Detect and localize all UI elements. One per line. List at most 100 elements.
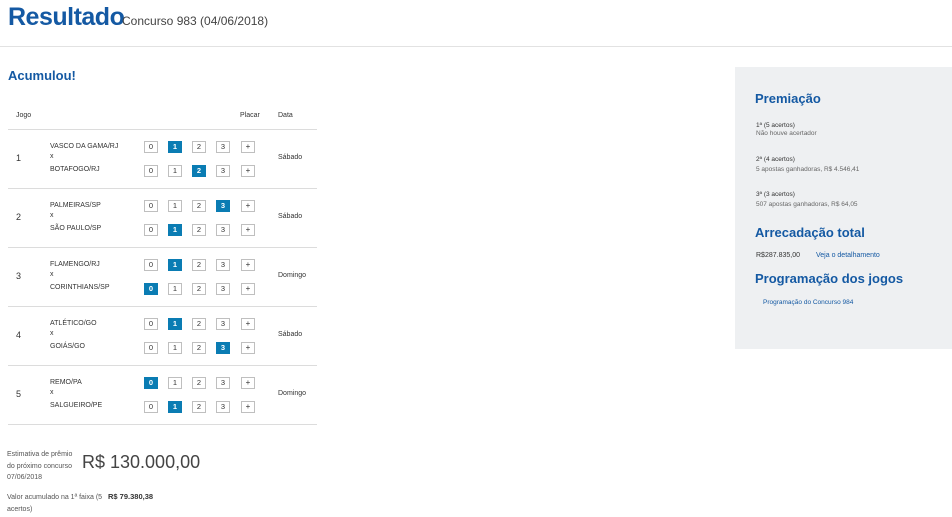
score-option: 2	[192, 141, 206, 153]
contest-subtitle: Concurso 983 (04/06/2018)	[122, 14, 269, 28]
score-option: 2	[192, 401, 206, 413]
score-plus-option: +	[241, 165, 255, 177]
score-option: 1	[168, 283, 182, 295]
score-option: 1	[168, 200, 182, 212]
score-option: 1	[168, 224, 182, 236]
away-team: CORINTHIANS/SP	[50, 284, 110, 291]
score-option: 3	[216, 141, 230, 153]
score-option: 3	[216, 401, 230, 413]
score-option: 0	[144, 342, 158, 354]
home-team: REMO/PA	[50, 379, 82, 386]
score-option: 3	[216, 224, 230, 236]
versus-separator: x	[50, 153, 54, 160]
score-option: 3	[216, 283, 230, 295]
game-day: Domingo	[278, 272, 307, 279]
versus-separator: x	[50, 389, 54, 396]
score-plus-option: +	[241, 342, 255, 354]
game-row: 2 PALMEIRAS/SP x SÃO PAULO/SP Sábado 0 1 2 3 +0 1 2…	[8, 188, 317, 247]
versus-separator: x	[50, 271, 54, 278]
tier-text: 5 apostas ganhadoras, R$ 4.546,41	[756, 166, 860, 173]
home-team: VASCO DA GAMA/RJ	[50, 143, 119, 150]
game-day: Sábado	[278, 154, 303, 161]
score-plus-option: +	[241, 259, 255, 271]
score-option: 1	[168, 165, 182, 177]
schedule-link[interactable]: Programação do Concurso 984	[763, 299, 853, 306]
home-team: PALMEIRAS/SP	[50, 202, 101, 209]
game-number: 5	[16, 389, 22, 399]
score-option: 3	[216, 342, 230, 354]
score-option: 3	[216, 200, 230, 212]
score-option: 0	[144, 283, 158, 295]
game-row: 1 VASCO DA GAMA/RJ x BOTAFOGO/RJ Sábado 0 1 2 3 +…	[8, 129, 317, 188]
versus-separator: x	[50, 330, 54, 337]
accumulated-value: R$ 79.380,38	[108, 492, 154, 501]
score-plus-option: +	[241, 224, 255, 236]
home-team: FLAMENGO/RJ	[50, 261, 100, 268]
score-option: 3	[216, 318, 230, 330]
score-option: 0	[144, 141, 158, 153]
score-option: 0	[144, 224, 158, 236]
away-team: BOTAFOGO/RJ	[50, 166, 100, 173]
score-plus-option: +	[241, 200, 255, 212]
game-number: 2	[16, 212, 22, 222]
column-header-date: Data	[278, 112, 293, 119]
tier-title: 2ª (4 acertos)	[756, 156, 795, 163]
score-plus-option: +	[241, 283, 255, 295]
score-option: 2	[192, 224, 206, 236]
score-plus-option: +	[241, 377, 255, 389]
tier-title: 3ª (3 acertos)	[756, 191, 795, 198]
score-option: 2	[192, 259, 206, 271]
tier-title: 1ª (5 acertos)	[756, 122, 795, 129]
score-option: 1	[168, 318, 182, 330]
score-option: 2	[192, 342, 206, 354]
score-option: 0	[144, 377, 158, 389]
accumulated-label: Valor acumulado na 1ª faixa (5 acertos)	[7, 494, 103, 513]
score-option: 2	[192, 165, 206, 177]
total-heading: Arrecadação total	[755, 225, 865, 240]
schedule-heading: Programação dos jogos	[755, 271, 904, 286]
score-option: 0	[144, 318, 158, 330]
score-option: 0	[144, 401, 158, 413]
game-number: 3	[16, 271, 22, 281]
page-header: Resultado Concurso 983 (04/06/2018)	[0, 0, 952, 47]
score-option: 0	[144, 259, 158, 271]
score-option: 2	[192, 377, 206, 389]
prize-heading: Premiação	[755, 91, 821, 106]
score-option: 1	[168, 141, 182, 153]
score-plus-option: +	[241, 401, 255, 413]
column-header-game: Jogo	[16, 112, 32, 119]
game-row: 3 FLAMENGO/RJ x CORINTHIANS/SP Domingo 0 1 2 3 +0…	[8, 247, 317, 306]
total-value: R$287.835,00	[756, 252, 800, 259]
versus-separator: x	[50, 212, 54, 219]
score-option: 3	[216, 377, 230, 389]
score-option: 1	[168, 342, 182, 354]
tier-text: Não houve acertador	[756, 130, 817, 137]
score-option: 0	[144, 165, 158, 177]
score-option: 1	[168, 377, 182, 389]
score-plus-option: +	[241, 318, 255, 330]
score-option: 2	[192, 318, 206, 330]
score-option: 2	[192, 200, 206, 212]
score-plus-option: +	[241, 141, 255, 153]
away-team: SALGUEIRO/PE	[50, 402, 103, 409]
tier-text: 507 apostas ganhadoras, R$ 64,05	[756, 201, 858, 208]
game-day: Sábado	[278, 213, 303, 220]
home-team: ATLÉTICO/GO	[50, 320, 97, 327]
game-row: 5 REMO/PA x SALGUEIRO/PE Domingo 0 1 2 3 +0 1 2 3 +	[8, 365, 317, 425]
score-option: 3	[216, 165, 230, 177]
game-number: 4	[16, 330, 22, 340]
game-number: 1	[16, 153, 22, 163]
away-team: GOIÁS/GO	[50, 343, 86, 350]
game-row: 4 ATLÉTICO/GO x GOIÁS/GO Sábado 0 1 2 3 +0 1 2 3 +	[8, 306, 317, 365]
column-header-score: Placar	[240, 112, 260, 119]
game-day: Sábado	[278, 331, 303, 338]
estimate-label: Estimativa de prêmio do próximo concurso…	[7, 451, 73, 481]
detail-link[interactable]: Veja o detalhamento	[816, 252, 880, 259]
score-option: 1	[168, 401, 182, 413]
sidebar-panel: Premiação 1ª (5 acertos) Não houve acert…	[735, 67, 952, 349]
page-title: Resultado	[8, 3, 125, 31]
away-team: SÃO PAULO/SP	[50, 225, 102, 232]
game-day: Domingo	[278, 390, 307, 397]
score-option: 1	[168, 259, 182, 271]
score-option: 2	[192, 283, 206, 295]
